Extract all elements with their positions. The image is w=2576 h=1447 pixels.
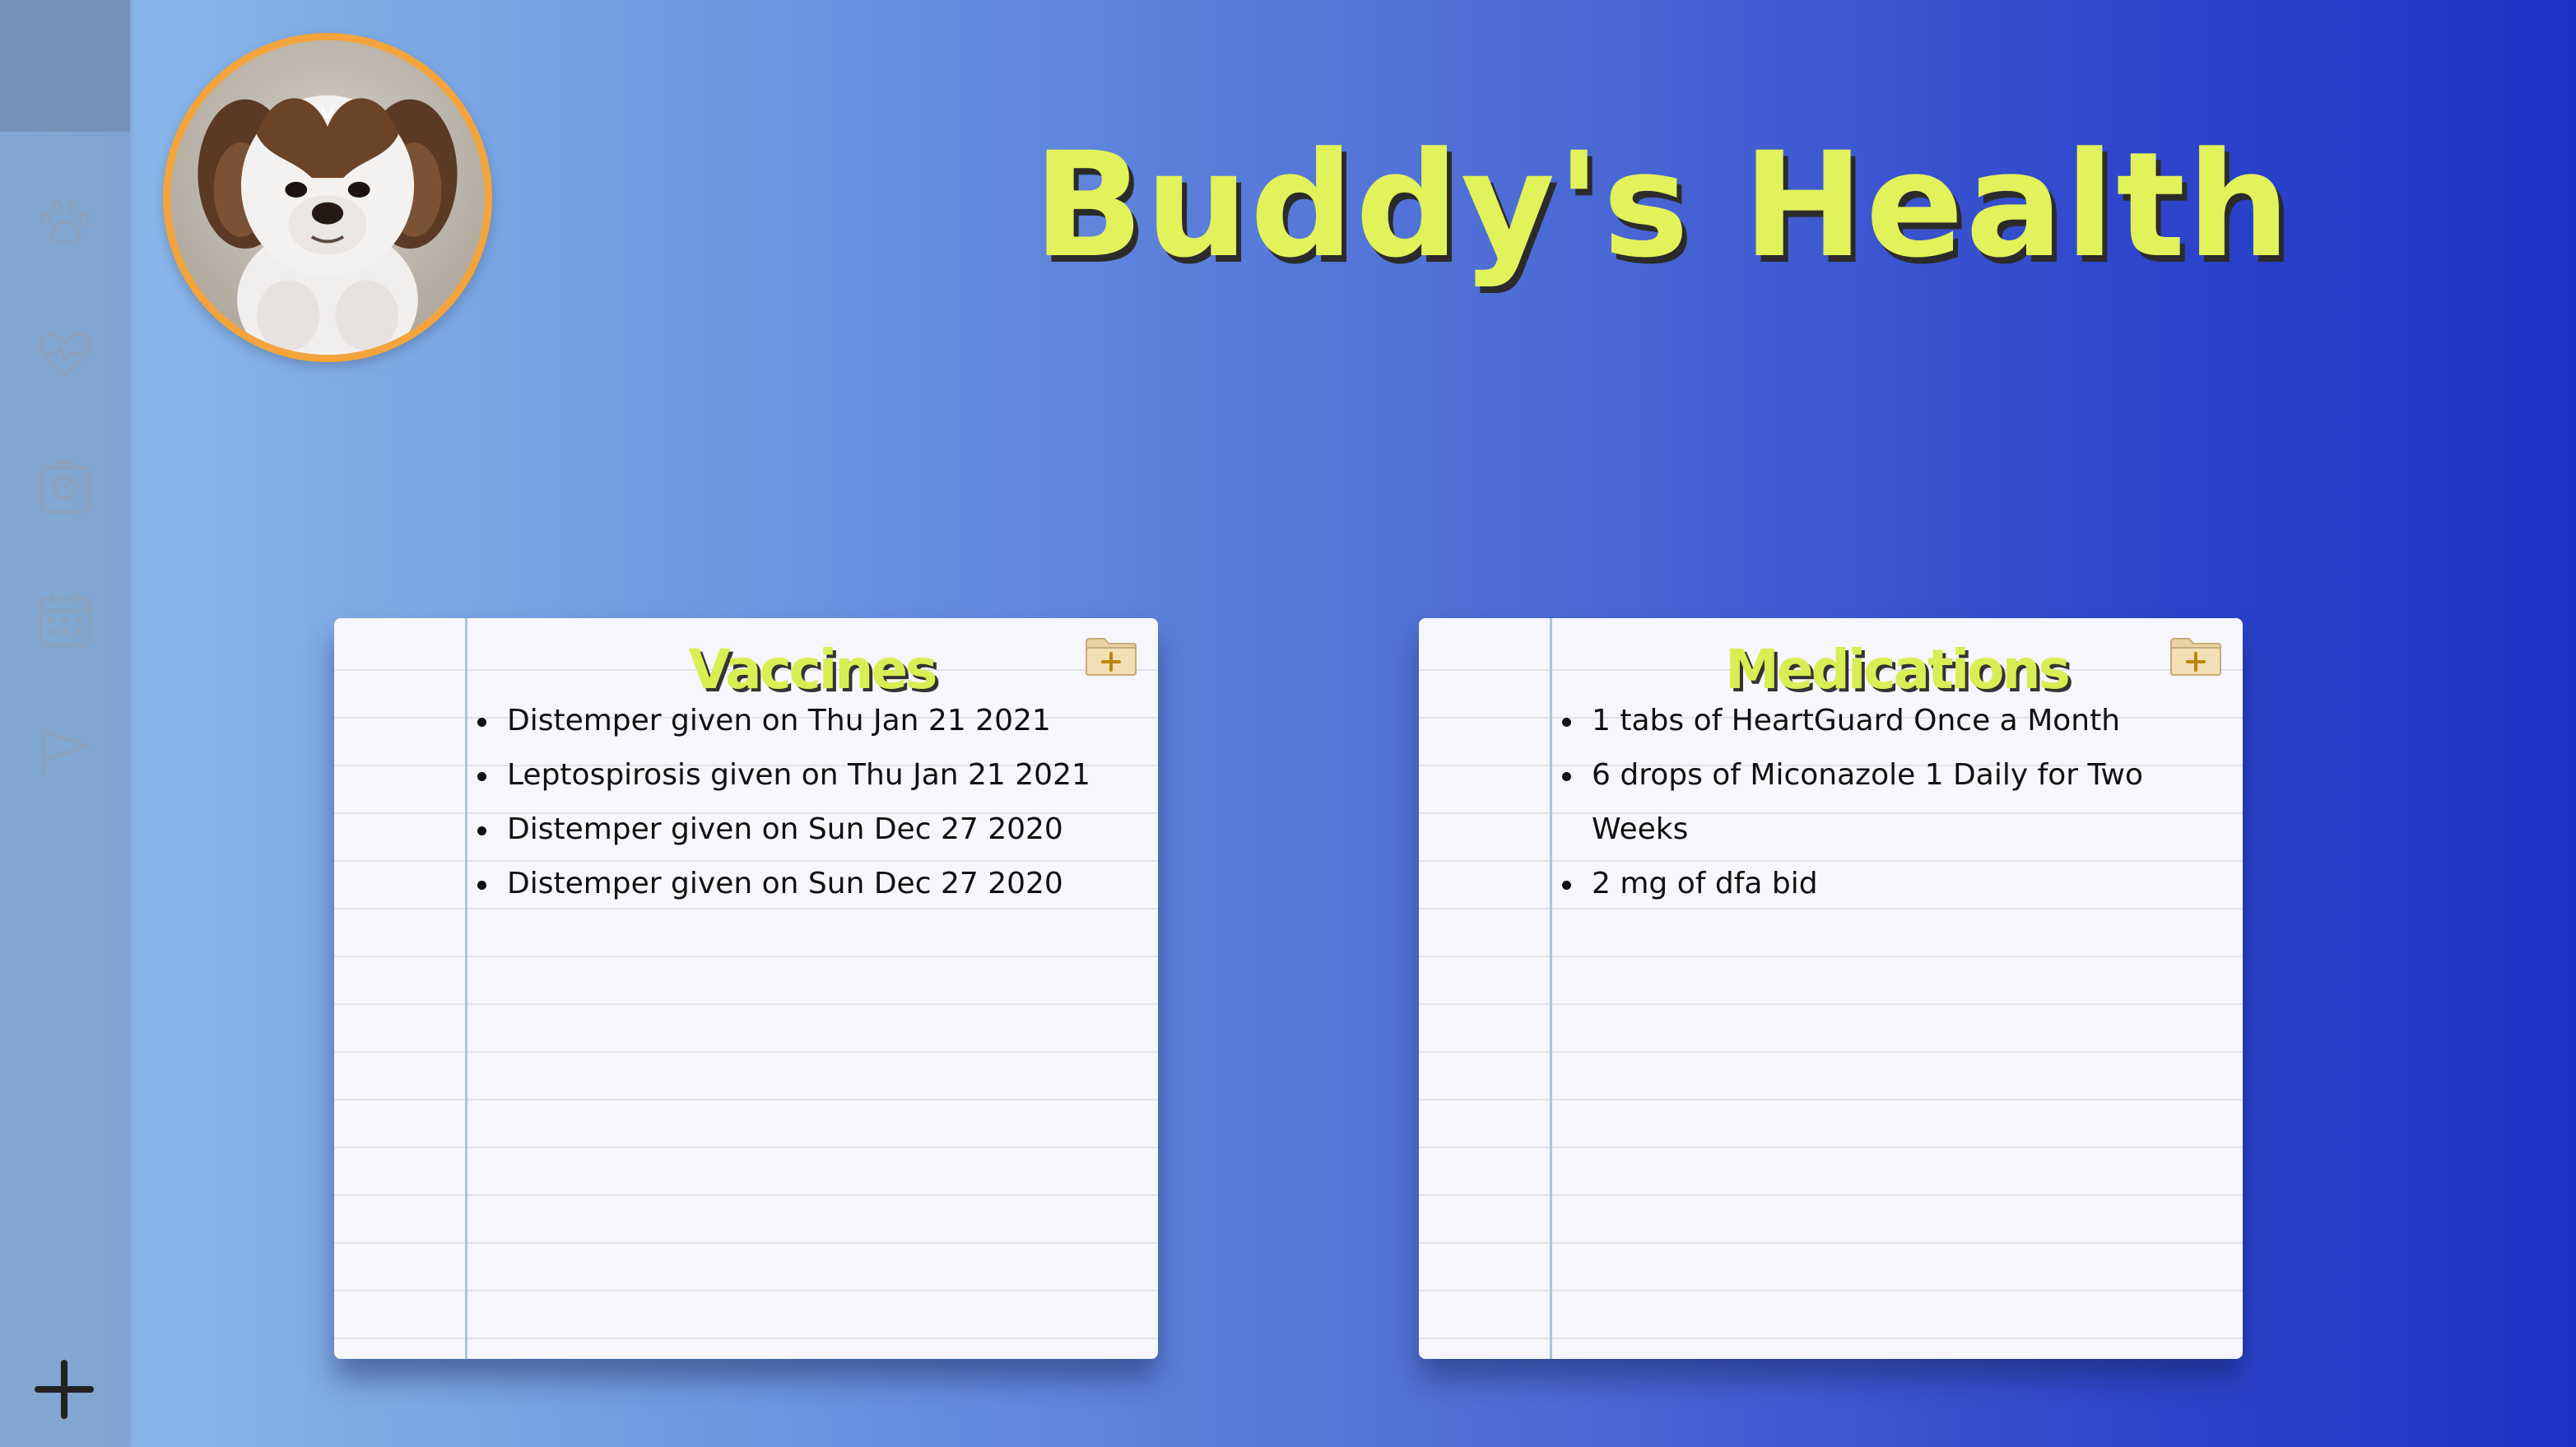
sidebar-item-checkup[interactable] <box>36 459 94 517</box>
medications-list: 1 tabs of HeartGuard Once a Month 6 drop… <box>1562 694 2184 911</box>
sidebar-header <box>0 0 130 132</box>
list-item: Distemper given on Thu Jan 21 2021 <box>477 694 1100 748</box>
add-button[interactable] <box>33 1358 95 1421</box>
sidebar-item-goals[interactable] <box>36 724 94 782</box>
folder-add-icon <box>2170 638 2221 676</box>
notebook-margin-line <box>1550 618 1552 1359</box>
calendar-icon <box>39 593 91 647</box>
sidebar-item-health[interactable] <box>36 326 94 384</box>
notebook-margin-line <box>465 618 467 1359</box>
add-medication-button[interactable] <box>2169 635 2223 677</box>
vaccines-card: Vaccines Distemper given on Thu Jan 21 2… <box>334 618 1158 1359</box>
list-item: 2 mg of dfa bid <box>1562 857 2184 911</box>
sidebar <box>0 0 130 1447</box>
flag-icon <box>41 729 89 775</box>
page-title: Buddy's Health <box>1033 121 2292 290</box>
medications-card: Medications 1 tabs of HeartGuard Once a … <box>1419 618 2243 1359</box>
sidebar-item-calendar[interactable] <box>36 591 94 649</box>
vaccines-list: Distemper given on Thu Jan 21 2021 Lepto… <box>477 694 1100 911</box>
heartbeat-icon <box>38 332 92 377</box>
paw-icon <box>40 200 90 244</box>
clipboard-gauge-icon <box>40 461 91 514</box>
list-item: 6 drops of Miconazole 1 Daily for Two We… <box>1562 748 2184 857</box>
add-vaccine-button[interactable] <box>1084 635 1138 677</box>
folder-add-icon <box>1086 638 1137 676</box>
sidebar-item-paw[interactable] <box>36 194 94 252</box>
list-item: 1 tabs of HeartGuard Once a Month <box>1562 694 2184 748</box>
dog-photo <box>170 40 485 355</box>
list-item: Distemper given on Sun Dec 27 2020 <box>477 803 1100 857</box>
plus-icon <box>35 1360 94 1419</box>
list-item: Distemper given on Sun Dec 27 2020 <box>477 857 1100 911</box>
list-item: Leptospirosis given on Thu Jan 21 2021 <box>477 748 1100 803</box>
pet-avatar[interactable] <box>163 33 492 362</box>
